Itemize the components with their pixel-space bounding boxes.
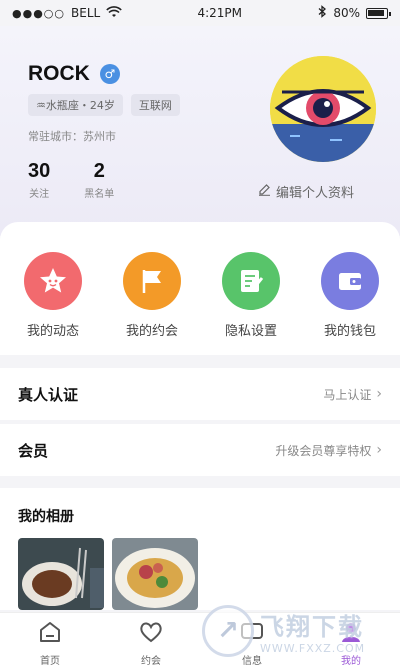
- signal-icon: ●●●○○: [12, 6, 65, 20]
- row-action-label: 马上认证: [323, 387, 372, 402]
- edit-profile-button[interactable]: 编辑个人资料: [258, 182, 354, 201]
- album-photo[interactable]: [18, 538, 104, 610]
- shortcuts-card: 我的动态 我的约会 隐私设置 我的钱包: [0, 222, 400, 355]
- male-gender-icon: ♂: [99, 64, 120, 84]
- tab-label: 约会: [141, 656, 161, 667]
- battery-icon: [366, 7, 391, 19]
- album-section: 我的相册: [0, 488, 400, 610]
- profile-header: ROCK ♂ ♒水瓶座・24岁 互联网 常驻城市：苏州市 30 关注 2 黑名单: [0, 26, 400, 236]
- row-action: 马上认证 ›: [323, 386, 382, 403]
- wifi-icon: [106, 5, 122, 21]
- heart-icon: [138, 619, 164, 649]
- tab-label: 首页: [40, 656, 60, 667]
- watermark-text: 飞翔下载 WWW.FXXZ.COM: [260, 607, 365, 655]
- chevron-right-icon: ›: [376, 442, 382, 458]
- shortcut-my-posts[interactable]: 我的动态: [13, 252, 93, 339]
- shortcut-wallet[interactable]: 我的钱包: [310, 252, 390, 339]
- stat-blacklist[interactable]: 2 黑名单: [84, 160, 114, 200]
- edit-note-icon: [222, 252, 280, 310]
- row-action-label: 升级会员尊享特权: [275, 443, 372, 458]
- shortcut-privacy[interactable]: 隐私设置: [211, 252, 291, 339]
- zodiac-age-tag: ♒水瓶座・24岁: [28, 94, 123, 116]
- wallet-icon: [321, 252, 379, 310]
- shortcut-label: 我的动态: [26, 324, 79, 339]
- name-row: ROCK ♂: [28, 62, 120, 86]
- clock: 4:21PM: [197, 6, 243, 20]
- edit-profile-label: 编辑个人资料: [276, 186, 355, 201]
- row-title: 会员: [18, 441, 49, 460]
- pencil-icon: [258, 183, 271, 200]
- chevron-right-icon: ›: [376, 386, 382, 402]
- blacklist-label: 黑名单: [84, 189, 115, 200]
- bluetooth-icon: [317, 5, 327, 21]
- shortcut-label: 隐私设置: [224, 324, 277, 339]
- watermark-url: WWW.FXXZ.COM: [260, 642, 366, 655]
- stat-following[interactable]: 30 关注: [28, 160, 50, 200]
- album-title: 我的相册: [18, 509, 74, 525]
- flag-icon: [123, 252, 181, 310]
- star-face-icon: [24, 252, 82, 310]
- following-label: 关注: [29, 189, 50, 200]
- tab-dates[interactable]: 约会: [116, 619, 186, 667]
- following-count: 30: [28, 160, 51, 182]
- industry-tag: 互联网: [130, 94, 180, 116]
- profile-stats: 30 关注 2 黑名单: [28, 160, 114, 200]
- real-name-verify-row[interactable]: 真人认证 马上认证 ›: [0, 368, 400, 420]
- tab-home[interactable]: 首页: [15, 619, 85, 667]
- avatar[interactable]: [270, 56, 376, 162]
- album-photo[interactable]: [112, 538, 198, 610]
- profile-tags: ♒水瓶座・24岁 互联网: [28, 94, 180, 116]
- home-icon: [37, 619, 63, 649]
- row-title: 真人认证: [18, 385, 79, 404]
- membership-row[interactable]: 会员 升级会员尊享特权 ›: [0, 424, 400, 476]
- watermark-logo-icon: ↗: [202, 605, 254, 657]
- shortcut-label: 我的钱包: [323, 324, 376, 339]
- battery-percent: 80%: [333, 6, 360, 20]
- carrier-label: BELL: [71, 6, 101, 20]
- status-bar: ●●●○○ BELL 4:21PM 80%: [0, 0, 400, 26]
- blacklist-count: 2: [93, 160, 105, 182]
- row-action: 升级会员尊享特权 ›: [275, 442, 382, 459]
- shortcut-my-dates[interactable]: 我的约会: [112, 252, 192, 339]
- watermark-title: 飞翔下载: [260, 613, 364, 641]
- watermark: ↗ 飞翔下载 WWW.FXXZ.COM: [202, 596, 392, 666]
- shortcut-label: 我的约会: [125, 324, 178, 339]
- city-label: 常驻城市：苏州市: [28, 130, 116, 143]
- user-name: ROCK: [28, 62, 90, 85]
